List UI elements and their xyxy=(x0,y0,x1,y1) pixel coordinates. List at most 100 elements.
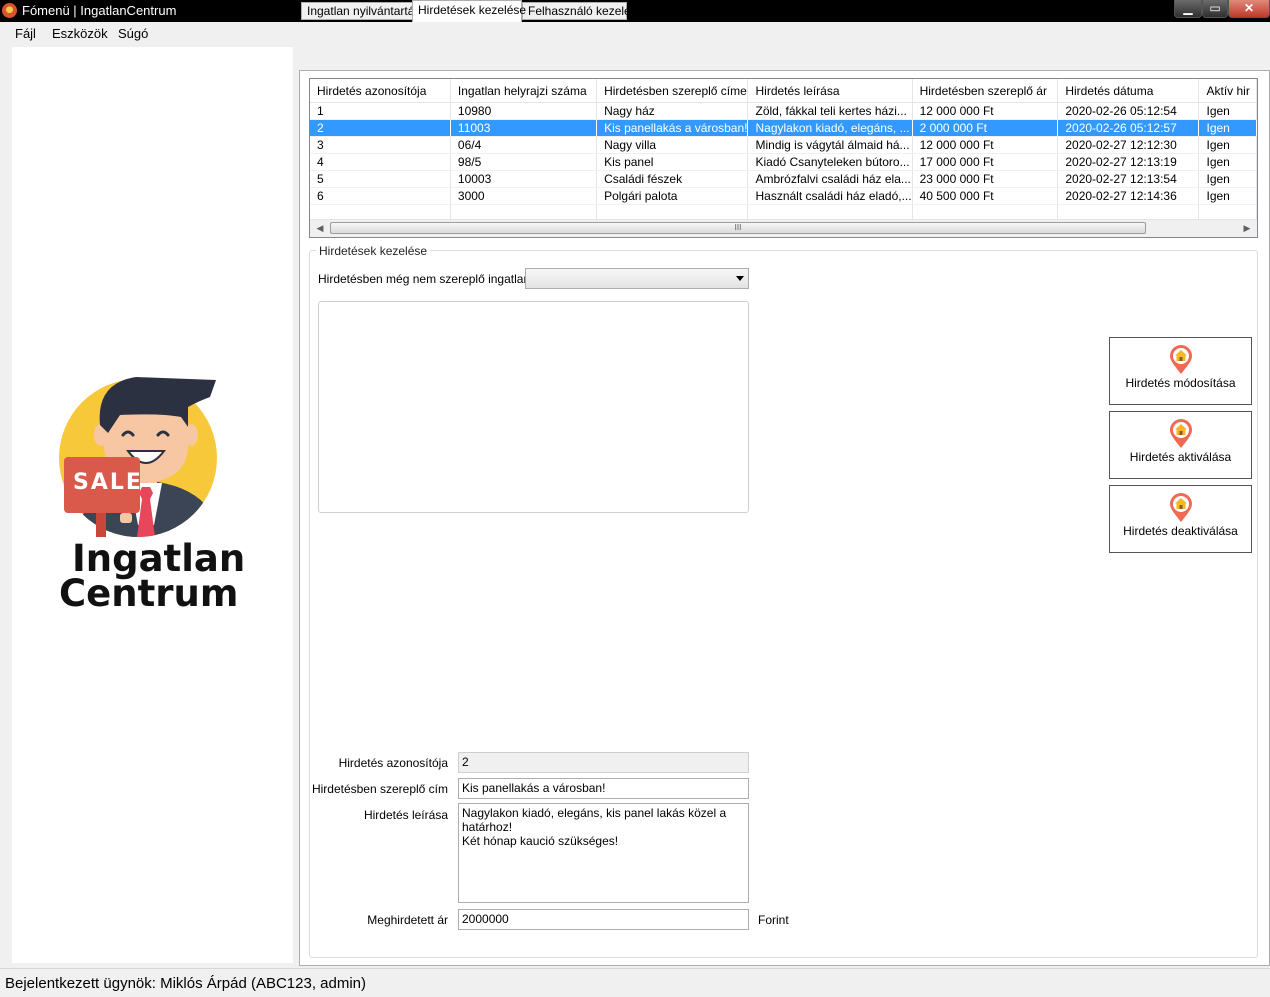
table-cell[interactable]: 2020-02-26 05:12:54 xyxy=(1057,102,1200,120)
ad-id-field[interactable]: 2 xyxy=(458,752,749,773)
table-cell[interactable]: 40 500 000 Ft xyxy=(912,187,1059,205)
table-cell[interactable]: 12 000 000 Ft xyxy=(912,136,1059,154)
table-row[interactable]: 4 98/5 Kis panel Kiadó Csanyteleken búto… xyxy=(310,153,1257,171)
table-cell[interactable]: Használt családi ház eladó,... xyxy=(747,187,913,205)
ad-price-field[interactable]: 2000000 xyxy=(458,909,749,930)
table-header-row: Hirdetés azonosítója Ingatlan helyrajzi … xyxy=(310,79,1257,103)
ads-data-grid[interactable]: Hirdetés azonosítója Ingatlan helyrajzi … xyxy=(309,78,1258,238)
table-cell[interactable]: 2020-02-27 12:13:54 xyxy=(1057,170,1200,188)
table-cell[interactable]: Polgári palota xyxy=(596,187,749,205)
table-cell[interactable]: Családi fészek xyxy=(596,170,749,188)
ad-title-field[interactable]: Kis panellakás a városban! xyxy=(458,778,749,799)
table-cell[interactable]: Kiadó Csanyteleken bútoro... xyxy=(747,153,913,171)
ad-description-label: Hirdetés leírása xyxy=(363,808,448,822)
column-header[interactable]: Hirdetés leírása xyxy=(747,79,913,103)
close-button[interactable]: ✕ xyxy=(1228,0,1270,18)
table-cell[interactable]: Igen xyxy=(1198,102,1257,120)
table-row[interactable]: 1 10980 Nagy ház Zöld, fákkal teli kerte… xyxy=(310,102,1257,120)
ads-table: Hirdetés azonosítója Ingatlan helyrajzi … xyxy=(310,79,1257,220)
table-cell[interactable]: Nagylakon kiadó, elegáns, ... xyxy=(747,119,913,137)
horizontal-scrollbar[interactable]: ◀ III ▶ xyxy=(310,219,1257,237)
house-pin-icon xyxy=(1170,419,1192,448)
table-cell[interactable]: 23 000 000 Ft xyxy=(912,170,1059,188)
scroll-left-icon[interactable]: ◀ xyxy=(312,221,328,236)
column-header[interactable]: Aktív hir xyxy=(1198,79,1257,103)
ad-description-field[interactable]: Nagylakon kiadó, elegáns, kis panel laká… xyxy=(458,803,749,903)
house-pin-icon xyxy=(1170,493,1192,522)
table-cell[interactable]: 2020-02-27 12:13:19 xyxy=(1057,153,1200,171)
column-header[interactable]: Ingatlan helyrajzi száma xyxy=(450,79,598,103)
table-cell[interactable]: Igen xyxy=(1198,187,1257,205)
table-cell[interactable]: Igen xyxy=(1198,119,1257,137)
activate-ad-label: Hirdetés aktiválása xyxy=(1129,450,1232,464)
currency-label: Forint xyxy=(758,913,789,927)
table-cell[interactable]: Igen xyxy=(1198,170,1257,188)
table-cell[interactable]: Igen xyxy=(1198,153,1257,171)
scroll-right-icon[interactable]: ▶ xyxy=(1239,221,1255,236)
table-cell[interactable]: 17 000 000 Ft xyxy=(912,153,1059,171)
house-pin-icon xyxy=(1170,345,1192,374)
ad-title-label: Hirdetésben szereplő cím xyxy=(311,782,448,796)
menu-bar: Fájl Eszközök Súgó xyxy=(0,22,1270,46)
scroll-thumb[interactable]: III xyxy=(330,222,1146,234)
table-cell[interactable]: 6 xyxy=(310,187,451,205)
logo-panel: SALE Ingatlan Centrum xyxy=(12,47,293,963)
chevron-down-icon xyxy=(736,276,744,281)
window-title: Fómenü | IngatlanCentrum xyxy=(22,3,177,18)
table-cell[interactable]: 10980 xyxy=(450,102,598,120)
table-cell[interactable]: Mindig is vágytál álmaid há... xyxy=(747,136,913,154)
table-cell[interactable]: 3000 xyxy=(450,187,598,205)
table-row[interactable]: 5 10003 Családi fészek Ambrózfalvi csalá… xyxy=(310,170,1257,188)
table-cell[interactable]: 5 xyxy=(310,170,451,188)
app-icon xyxy=(2,3,17,18)
maximize-button[interactable]: ▭ xyxy=(1202,0,1228,18)
table-cell[interactable]: Kis panel xyxy=(596,153,749,171)
table-cell[interactable]: 98/5 xyxy=(450,153,598,171)
table-cell[interactable]: 2 000 000 Ft xyxy=(912,119,1059,137)
table-cell[interactable]: 2020-02-27 12:14:36 xyxy=(1057,187,1200,205)
table-row-selected[interactable]: 2 11003 Kis panellakás a városban! Nagyl… xyxy=(310,119,1257,137)
table-cell[interactable]: 3 xyxy=(310,136,451,154)
deactivate-ad-button[interactable]: Hirdetés deaktiválása xyxy=(1109,485,1252,553)
unlisted-properties-combo[interactable] xyxy=(525,268,749,289)
table-cell[interactable]: Nagy villa xyxy=(596,136,749,154)
property-image-box xyxy=(318,301,749,513)
table-cell[interactable]: Nagy ház xyxy=(596,102,749,120)
tab-property-registry[interactable]: Ingatlan nyilvántartás xyxy=(301,2,420,20)
tab-ads-management[interactable]: Hirdetések kezelése xyxy=(412,0,526,22)
modify-ad-button[interactable]: Hirdetés módosítása xyxy=(1109,337,1252,405)
menu-tools[interactable]: Eszközök xyxy=(52,26,108,41)
table-cell[interactable]: 2 xyxy=(310,119,451,137)
table-row[interactable]: 3 06/4 Nagy villa Mindig is vágytál álma… xyxy=(310,136,1257,154)
table-cell[interactable]: 11003 xyxy=(450,119,598,137)
table-cell[interactable]: 10003 xyxy=(450,170,598,188)
menu-help[interactable]: Súgó xyxy=(118,26,148,41)
column-header[interactable]: Hirdetés dátuma xyxy=(1057,79,1200,103)
ad-price-label: Meghirdetett ár xyxy=(367,913,448,927)
column-header[interactable]: Hirdetés azonosítója xyxy=(310,79,451,103)
table-cell[interactable]: Igen xyxy=(1198,136,1257,154)
table-cell[interactable]: 06/4 xyxy=(450,136,598,154)
table-cell[interactable]: 4 xyxy=(310,153,451,171)
table-row[interactable]: 6 3000 Polgári palota Használt családi h… xyxy=(310,187,1257,205)
modify-ad-label: Hirdetés módosítása xyxy=(1125,376,1236,390)
table-cell[interactable]: 12 000 000 Ft xyxy=(912,102,1059,120)
table-cell[interactable]: 1 xyxy=(310,102,451,120)
activate-ad-button[interactable]: Hirdetés aktiválása xyxy=(1109,411,1252,479)
logo-text-line2: Centrum xyxy=(59,572,239,615)
menu-file[interactable]: Fájl xyxy=(15,26,36,41)
table-cell[interactable]: 2020-02-26 05:12:57 xyxy=(1057,119,1200,137)
column-header[interactable]: Hirdetésben szereplő címe xyxy=(596,79,749,103)
column-header[interactable]: Hirdetésben szereplő ár xyxy=(912,79,1059,103)
table-cell[interactable]: 2020-02-27 12:12:30 xyxy=(1057,136,1200,154)
tab-user-management[interactable]: Felhasználó kezelés xyxy=(522,2,637,20)
table-cell[interactable]: Ambrózfalvi családi ház ela... xyxy=(747,170,913,188)
deactivate-ad-label: Hirdetés deaktiválása xyxy=(1123,524,1238,538)
table-cell[interactable]: Zöld, fákkal teli kertes házi... xyxy=(747,102,913,120)
minimize-button[interactable]: ▁ xyxy=(1174,0,1202,18)
ad-id-label: Hirdetés azonosítója xyxy=(338,756,448,770)
table-cell[interactable]: Kis panellakás a városban! xyxy=(596,119,749,137)
status-bar: Bejelentkezett ügynök: Miklós Árpád (ABC… xyxy=(0,968,1270,997)
logo-mascot xyxy=(59,377,217,537)
status-text: Bejelentkezett ügynök: Miklós Árpád (ABC… xyxy=(5,975,367,992)
